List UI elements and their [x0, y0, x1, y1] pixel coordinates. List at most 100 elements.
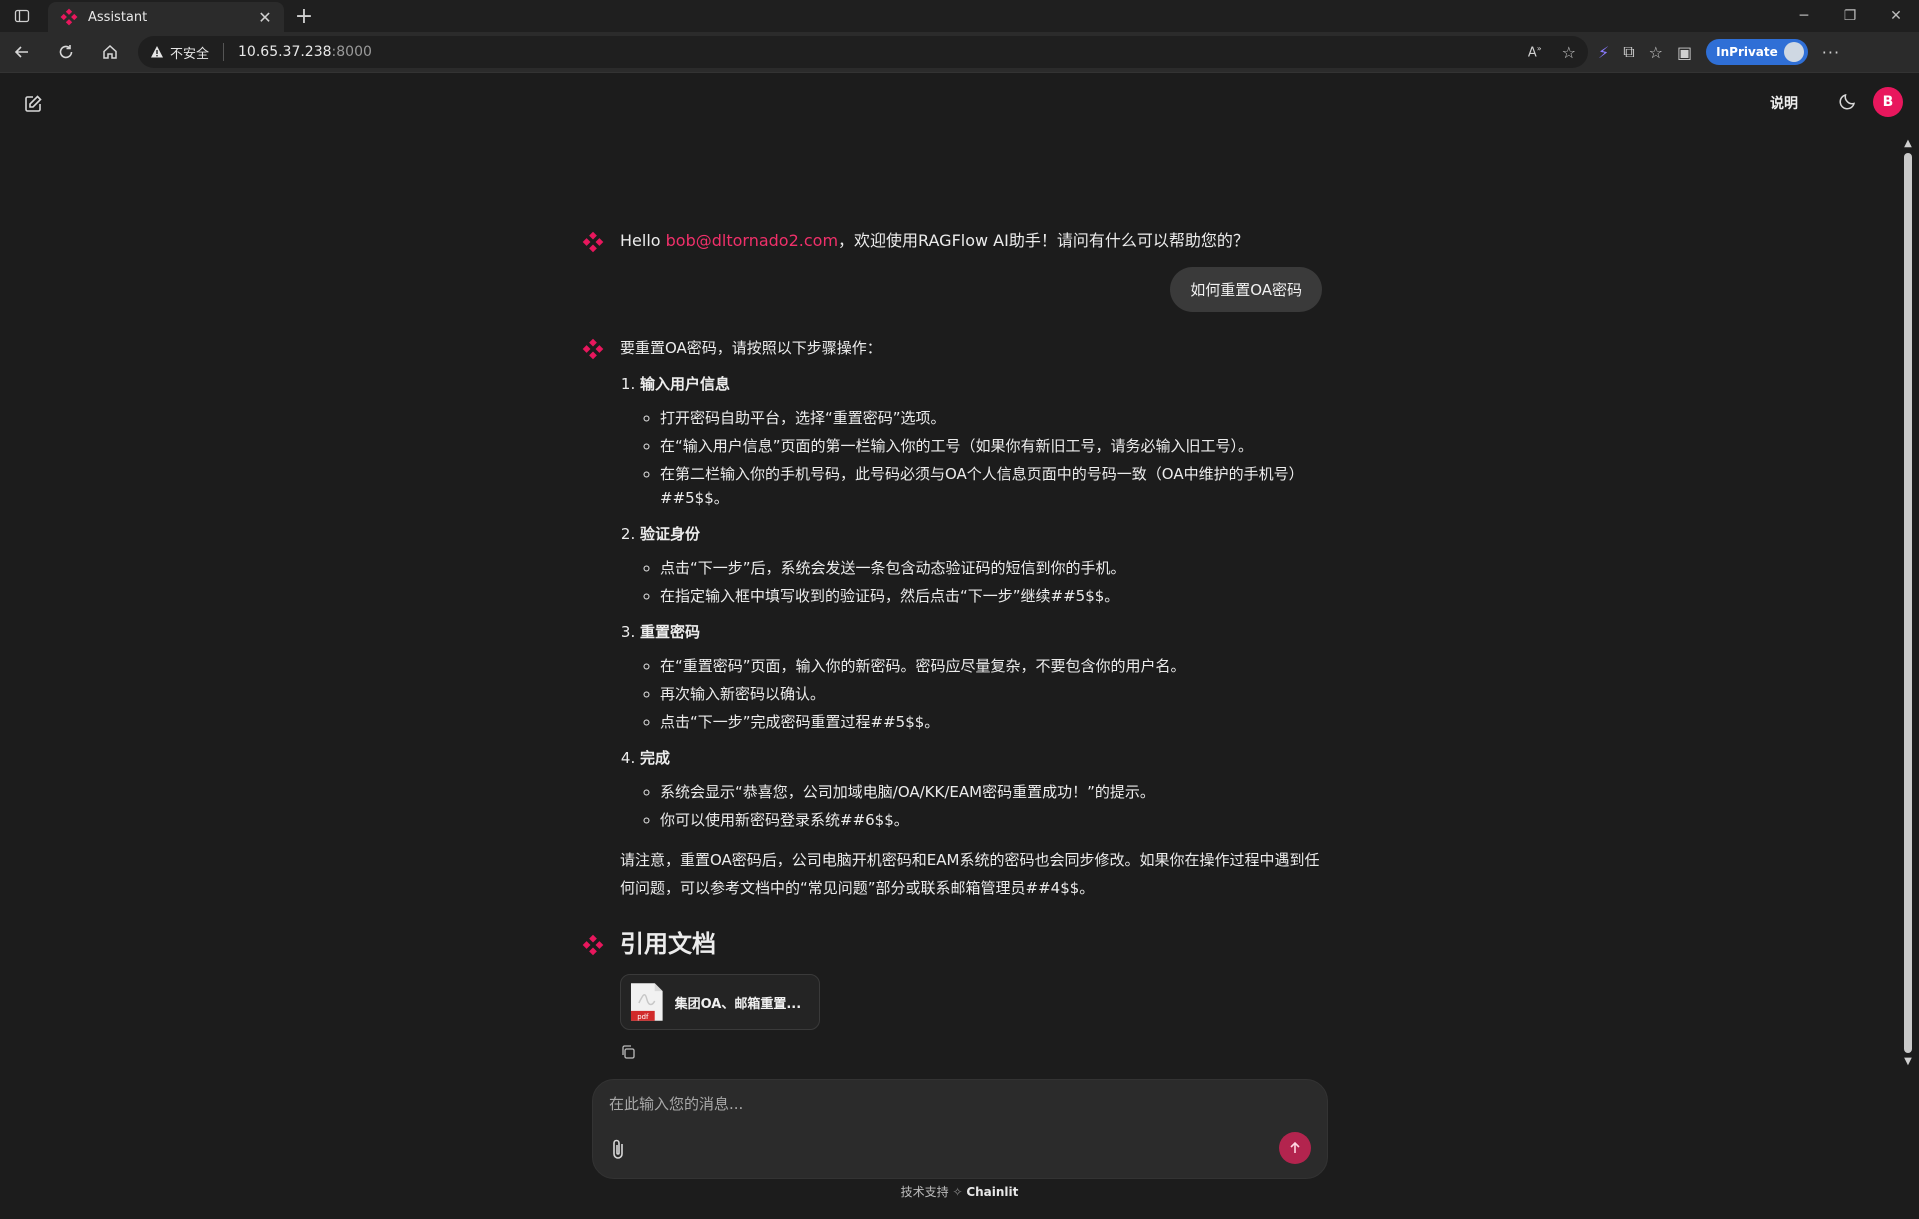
- readme-button[interactable]: 说明: [1770, 93, 1798, 113]
- read-aloud-icon[interactable]: A»: [1528, 44, 1542, 60]
- favorites-icon[interactable]: ☆: [1649, 43, 1663, 62]
- reload-icon: [59, 45, 73, 59]
- step-bullet: 点击“下一步”完成密码重置过程##5$$。: [660, 710, 1322, 734]
- browser-tab[interactable]: Assistant ✕: [48, 2, 284, 32]
- inprivate-badge[interactable]: InPrivate: [1706, 39, 1808, 65]
- assistant-answer: 要重置OA密码，请按照以下步骤操作： 输入用户信息 打开密码自助平台，选择“重置…: [582, 336, 1322, 902]
- collections-icon[interactable]: ▣: [1677, 43, 1692, 62]
- close-window-icon[interactable]: ✕: [1873, 0, 1919, 32]
- arrow-up-icon: [1290, 1141, 1300, 1153]
- arrow-left-icon: [14, 46, 28, 58]
- send-button[interactable]: [1279, 1132, 1311, 1164]
- step-title: 完成: [640, 749, 671, 767]
- step-item: 完成 系统会显示“恭喜您，公司加域电脑/OA/KK/EAM密码重置成功！”的提示…: [640, 746, 1322, 832]
- user-message-bubble: 如何重置OA密码: [1170, 267, 1322, 312]
- step-bullet: 在“重置密码”页面，输入你的新密码。密码应尽量复杂，不要包含你的用户名。: [660, 654, 1322, 678]
- window-controls: ─ ❐ ✕: [1781, 0, 1919, 32]
- user-avatar[interactable]: B: [1873, 87, 1903, 117]
- browser-toolbar: 不安全 10.65.37.238 :8000 A» ☆ ⚡ ⧉ ☆ ▣ InPr…: [0, 32, 1919, 72]
- attach-button[interactable]: [609, 1138, 631, 1164]
- inprivate-label: InPrivate: [1716, 45, 1778, 59]
- app-header: 说明 B: [0, 73, 1919, 129]
- references-title: 引用文档: [620, 930, 716, 958]
- close-tab-icon[interactable]: ✕: [256, 8, 274, 27]
- answer-note: 请注意，重置OA密码后，公司电脑开机密码和EAM系统的密码也会同步修改。如果你在…: [620, 851, 1320, 897]
- home-icon: [103, 44, 117, 59]
- step-bullets: 打开密码自助平台，选择“重置密码”选项。 在“输入用户信息”页面的第一栏输入你的…: [640, 406, 1322, 510]
- user-message-row: 如何重置OA密码: [582, 267, 1322, 312]
- restore-icon[interactable]: ❐: [1827, 0, 1873, 32]
- answer-intro: 要重置OA密码，请按照以下步骤操作：: [620, 339, 882, 357]
- browser-tab-bar: Assistant ✕ + ─ ❐ ✕: [0, 0, 1919, 32]
- step-bullet: 在“输入用户信息”页面的第一栏输入你的工号（如果你有新旧工号，请务必输入旧工号）…: [660, 434, 1322, 458]
- assistant-logo-icon: [582, 231, 604, 253]
- step-bullet: 在指定输入框中填写收到的验证码，然后点击“下一步”继续##5$$。: [660, 584, 1322, 608]
- references-section: 引用文档 pdf 集团OA、邮箱重置...: [582, 928, 1322, 1064]
- theme-toggle-button[interactable]: [1838, 91, 1862, 115]
- chat-thread: Hello bob@dltornado2.com，欢迎使用RAGFlow AI助…: [582, 153, 1322, 1064]
- assistant-logo-icon: [582, 338, 604, 360]
- edit-icon: [25, 95, 42, 112]
- tab-title: Assistant: [88, 9, 148, 25]
- address-bar[interactable]: 不安全 10.65.37.238 :8000 A» ☆: [138, 36, 1588, 68]
- ragflow-logo-icon: [60, 8, 78, 26]
- step-title: 验证身份: [640, 525, 701, 543]
- step-title: 输入用户信息: [640, 375, 731, 393]
- footer-brand[interactable]: Chainlit: [966, 1185, 1018, 1199]
- new-chat-button[interactable]: [20, 91, 46, 117]
- step-bullets: 在“重置密码”页面，输入你的新密码。密码应尽量复杂，不要包含你的用户名。 再次输…: [640, 654, 1322, 734]
- more-menu-icon[interactable]: ···: [1822, 43, 1840, 62]
- step-title: 重置密码: [640, 623, 701, 641]
- reference-file-name: 集团OA、邮箱重置...: [674, 996, 802, 1012]
- chat-app: 说明 B ▲ ▼ Hello bob@dltornado2.com，欢迎使用RA…: [0, 72, 1919, 1219]
- message-composer: [592, 1079, 1328, 1179]
- security-indicator[interactable]: 不安全: [150, 43, 209, 62]
- reload-button[interactable]: [44, 32, 88, 72]
- pdf-badge: pdf: [637, 1013, 649, 1021]
- greeting-text: Hello bob@dltornado2.com，欢迎使用RAGFlow AI助…: [620, 229, 1322, 253]
- chainlit-logo-icon: ✧: [952, 1185, 963, 1199]
- url-port: :8000: [331, 44, 372, 60]
- address-divider: [223, 43, 225, 61]
- footer-prefix: 技术支持: [900, 1185, 949, 1199]
- reference-file-card[interactable]: pdf 集团OA、邮箱重置...: [620, 974, 820, 1030]
- copy-icon: [622, 1045, 635, 1059]
- step-bullet: 系统会显示“恭喜您，公司加域电脑/OA/KK/EAM密码重置成功！”的提示。: [660, 780, 1322, 804]
- step-bullet: 在第二栏输入你的手机号码，此号码必须与OA个人信息页面中的号码一致（OA中维护的…: [660, 462, 1322, 510]
- profile-avatar: [1783, 42, 1804, 62]
- home-button[interactable]: [88, 32, 132, 72]
- extensions-icon[interactable]: ⧉: [1623, 42, 1634, 62]
- sidebar-panel-icon: [14, 9, 30, 23]
- url-host: 10.65.37.238: [238, 44, 332, 60]
- step-bullet: 你可以使用新密码登录系统##6$$。: [660, 808, 1322, 832]
- scroll-up-icon[interactable]: ▲: [1901, 137, 1915, 151]
- step-item: 验证身份 点击“下一步”后，系统会发送一条包含动态验证码的短信到你的手机。 在指…: [640, 522, 1322, 608]
- assistant-greeting: Hello bob@dltornado2.com，欢迎使用RAGFlow AI助…: [582, 229, 1322, 253]
- step-item: 输入用户信息 打开密码自助平台，选择“重置密码”选项。 在“输入用户信息”页面的…: [640, 372, 1322, 510]
- copilot-extension-icon[interactable]: ⚡: [1598, 43, 1609, 62]
- greeting-email: bob@dltornado2.com: [665, 231, 839, 250]
- greeting-suffix: ，欢迎使用RAGFlow AI助手！请问有什么可以帮助您的？: [838, 231, 1249, 250]
- back-button[interactable]: [0, 32, 44, 72]
- step-bullets: 系统会显示“恭喜您，公司加域电脑/OA/KK/EAM密码重置成功！”的提示。 你…: [640, 780, 1322, 832]
- scroll-thumb[interactable]: [1904, 153, 1912, 1053]
- step-item: 重置密码 在“重置密码”页面，输入你的新密码。密码应尽量复杂，不要包含你的用户名…: [640, 620, 1322, 734]
- warning-icon: [151, 46, 163, 58]
- greeting-prefix: Hello: [620, 231, 666, 250]
- tab-actions-button[interactable]: [0, 0, 44, 32]
- step-bullet: 再次输入新密码以确认。: [660, 682, 1322, 706]
- assistant-logo-icon: [582, 934, 604, 956]
- message-input[interactable]: [607, 1090, 1307, 1118]
- step-bullets: 点击“下一步”后，系统会发送一条包含动态验证码的短信到你的手机。 在指定输入框中…: [640, 556, 1322, 608]
- minimize-icon[interactable]: ─: [1781, 0, 1827, 32]
- answer-steps: 输入用户信息 打开密码自助平台，选择“重置密码”选项。 在“输入用户信息”页面的…: [620, 372, 1322, 832]
- pdf-file-icon: pdf: [630, 983, 663, 1021]
- scroll-down-icon[interactable]: ▼: [1901, 1055, 1915, 1069]
- chat-scrollbar[interactable]: ▲ ▼: [1901, 137, 1915, 1077]
- new-tab-button[interactable]: +: [284, 0, 324, 32]
- security-label: 不安全: [170, 46, 210, 62]
- step-bullet: 打开密码自助平台，选择“重置密码”选项。: [660, 406, 1322, 430]
- paperclip-icon: [613, 1139, 623, 1159]
- favorite-star-icon[interactable]: ☆: [1562, 43, 1576, 62]
- copy-button[interactable]: [620, 1044, 640, 1064]
